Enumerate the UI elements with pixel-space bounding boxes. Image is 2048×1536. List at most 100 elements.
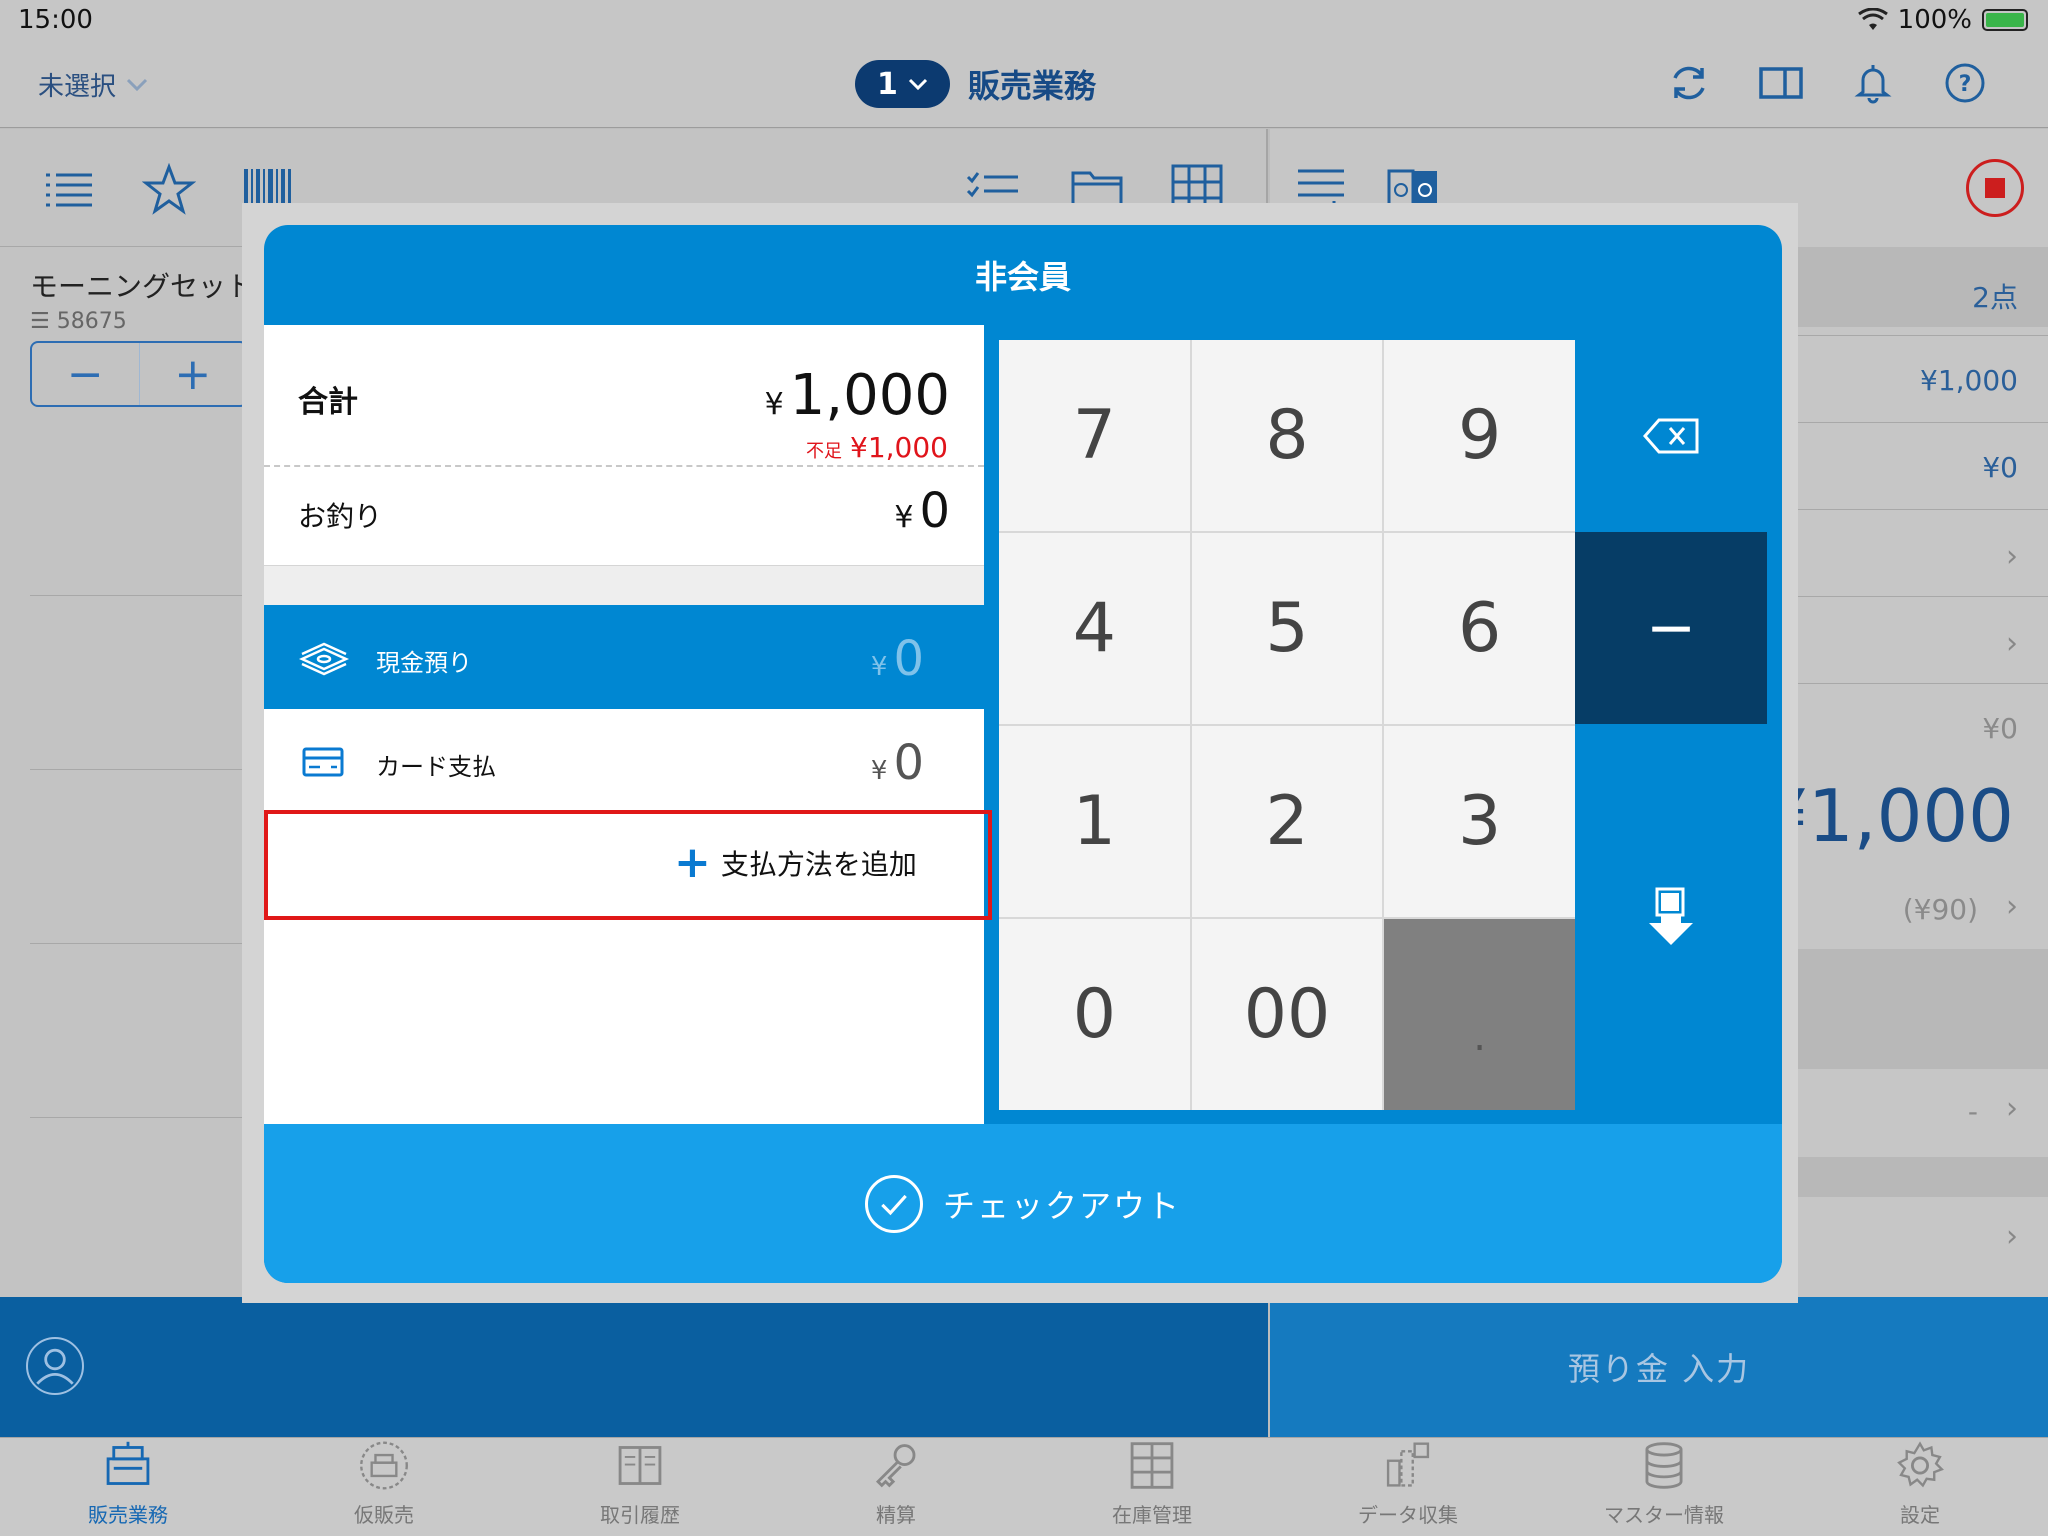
gear-icon [1897, 1441, 1944, 1488]
keypad-key-0[interactable]: 0 [999, 919, 1190, 1110]
tab-data-collection[interactable]: データ収集 [1280, 1438, 1536, 1536]
help-icon[interactable]: ? [1942, 60, 1988, 106]
tab-temp-register[interactable]: 仮販売 [256, 1438, 512, 1536]
tab-inventory-cabinet[interactable]: 在庫管理 [1024, 1438, 1280, 1536]
keypad-key-7[interactable]: 7 [999, 340, 1190, 531]
page-title: 販売業務 [967, 67, 1096, 105]
add-payment-label: 支払方法を追加 [720, 848, 917, 881]
status-time: 15:00 [18, 5, 93, 35]
staff-selector[interactable]: 未選択 [38, 66, 148, 103]
data-collection-icon [1386, 1442, 1430, 1487]
minus-key[interactable]: − [1575, 532, 1767, 724]
keypad-key-1[interactable]: 1 [999, 726, 1190, 917]
product-name: モーニングセットA [30, 270, 274, 303]
chevron-right-icon[interactable]: › [2006, 889, 2018, 924]
keypad-side-keys: − [1575, 340, 1767, 1110]
card-icon [302, 747, 344, 777]
subtotal-value: ¥1,000 [1920, 364, 2018, 397]
keypad-key-3[interactable]: 3 [1384, 726, 1575, 917]
keypad-key-2[interactable]: 2 [1191, 726, 1383, 917]
checkout-button[interactable]: チェックアウト [264, 1124, 1782, 1283]
decrement-button[interactable]: − [32, 343, 140, 405]
total-amount: ¥1,000 [765, 363, 950, 428]
split-view-icon[interactable] [1758, 60, 1804, 106]
modal-title: 非会員 [974, 258, 1071, 296]
quantity-stepper[interactable]: − + [30, 341, 248, 407]
tab-key[interactable]: 精算 [768, 1438, 1024, 1536]
chevron-right-icon[interactable]: › [2006, 1091, 2018, 1126]
chevron-right-icon[interactable]: › [2006, 1219, 2018, 1254]
bell-icon[interactable] [1850, 60, 1896, 106]
customer-avatar-icon[interactable] [26, 1337, 84, 1395]
keypad-key-4[interactable]: 4 [999, 533, 1190, 724]
tab-label: 販売業務 [88, 1503, 168, 1527]
bottom-action-bar: 預り金 入力 [0, 1297, 2048, 1437]
payment-method-amount: ¥0 [871, 735, 924, 791]
dash-value: - [1967, 1095, 1978, 1128]
add-payment-method-button[interactable]: + 支払方法を追加 [674, 841, 917, 885]
tax-value: (¥90) [1902, 893, 1978, 926]
list-icon[interactable] [42, 163, 96, 217]
keypad-key-6[interactable]: 6 [1384, 533, 1575, 724]
payment-modal: 非会員 合計 ¥1,000 不足 ¥1,000 お釣り ¥0 現金預り ¥0 カー… [264, 225, 1782, 1283]
checkout-label: チェックアウト [942, 1186, 1181, 1225]
register-icon [106, 1441, 150, 1485]
wifi-icon [1857, 8, 1888, 30]
yen-symbol: ¥ [870, 756, 888, 786]
product-code: ☰ 58675 [30, 309, 127, 334]
enter-key[interactable] [1575, 724, 1767, 1110]
backspace-key[interactable] [1575, 340, 1767, 532]
deposit-input-button[interactable]: 預り金 入力 [1270, 1297, 2048, 1437]
battery-icon [1982, 9, 2028, 31]
title-group: 1 販売業務 [855, 60, 1096, 108]
tab-gear[interactable]: 設定 [1792, 1438, 2048, 1536]
stop-button[interactable] [1966, 159, 2024, 217]
star-icon[interactable] [142, 163, 196, 217]
tab-label: マスター情報 [1604, 1503, 1724, 1527]
keypad-key-decimal[interactable]: . [1384, 919, 1575, 1110]
svg-text:?: ? [1959, 72, 1972, 97]
deposit-input-label: 預り金 入力 [1567, 1350, 1751, 1388]
history-book-icon [618, 1446, 662, 1485]
item-count: 2点 [1972, 281, 2018, 314]
plus-icon: + [674, 837, 711, 888]
tab-label: 仮販売 [354, 1503, 414, 1527]
discount-value: ¥0 [1982, 451, 2018, 484]
keypad-key-8[interactable]: 8 [1191, 340, 1383, 531]
numeric-keypad: 7 8 9 4 5 6 1 2 3 0 00. [999, 340, 1575, 1110]
change-label: お釣り [298, 500, 383, 533]
change-amount-value: 0 [919, 483, 950, 539]
tab-label: データ収集 [1358, 1503, 1458, 1527]
header-actions: ? [1666, 60, 1988, 106]
sync-icon[interactable] [1666, 60, 1712, 106]
payment-method-amount-value: 0 [893, 735, 924, 791]
payment-method-amount: ¥0 [871, 631, 924, 687]
tab-register[interactable]: 販売業務 [0, 1438, 256, 1536]
payment-method-cash[interactable]: 現金預り ¥0 [264, 605, 1002, 709]
tab-label: 在庫管理 [1112, 1503, 1192, 1527]
yen-symbol: ¥ [894, 500, 914, 535]
increment-button[interactable]: + [140, 343, 247, 405]
yen-symbol: ¥ [870, 652, 888, 682]
chevron-right-icon[interactable]: › [2006, 539, 2018, 574]
backspace-icon [1643, 418, 1699, 454]
payment-method-card[interactable]: カード支払 ¥0 [264, 709, 984, 813]
payment-method-label: カード支払 [376, 753, 496, 781]
enter-down-icon [1649, 887, 1693, 945]
keypad-key-5[interactable]: 5 [1191, 533, 1383, 724]
keypad-key-00[interactable]: 00 [1191, 919, 1383, 1110]
customer-bar [0, 1297, 1268, 1437]
tab-history-book[interactable]: 取引履歴 [512, 1438, 768, 1536]
chevron-down-icon [908, 78, 927, 90]
keypad-key-9[interactable]: 9 [1384, 340, 1575, 531]
total-amount-value: 1,000 [789, 363, 950, 428]
battery-percent: 100% [1897, 5, 1972, 35]
total-label: 合計 [298, 385, 358, 420]
register-number: 1 [877, 66, 898, 102]
register-selector[interactable]: 1 [855, 60, 950, 108]
chevron-right-icon[interactable]: › [2006, 626, 2018, 661]
tab-label: 精算 [876, 1503, 916, 1527]
tab-database[interactable]: マスター情報 [1536, 1438, 1792, 1536]
temp-register-icon [360, 1441, 408, 1490]
inventory-cabinet-icon [1130, 1442, 1174, 1489]
